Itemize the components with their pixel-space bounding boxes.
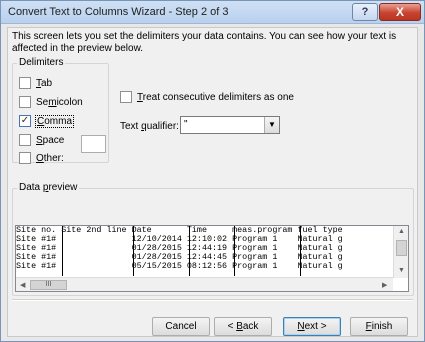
separator: [12, 299, 413, 301]
scroll-right-icon[interactable]: ▶: [382, 281, 387, 289]
column-break-line[interactable]: [234, 226, 236, 276]
text-qualifier-select[interactable]: " ▼: [180, 116, 280, 134]
consecutive-checkbox[interactable]: [120, 91, 132, 103]
horizontal-scroll-thumb[interactable]: III: [30, 280, 67, 290]
back-button[interactable]: < Back: [214, 317, 272, 336]
horizontal-scrollbar[interactable]: ◀ III ▶: [16, 277, 393, 291]
text-qualifier-value: ": [184, 119, 188, 130]
tab-option[interactable]: Tab: [19, 76, 52, 90]
other-label: Other:: [36, 152, 64, 164]
chevron-down-icon[interactable]: ▼: [264, 117, 279, 133]
scroll-left-icon[interactable]: ◀: [20, 281, 25, 289]
space-option[interactable]: Space: [19, 133, 64, 147]
column-break-line[interactable]: [299, 226, 301, 276]
column-break-line[interactable]: [133, 226, 135, 276]
cancel-button[interactable]: Cancel: [152, 317, 210, 336]
next-button[interactable]: Next >: [283, 317, 341, 336]
finish-button[interactable]: Finish: [350, 317, 408, 336]
column-break-line[interactable]: [62, 226, 64, 276]
help-button[interactable]: ?: [352, 3, 378, 21]
semicolon-checkbox[interactable]: [19, 96, 31, 108]
consecutive-option[interactable]: Treat consecutive delimiters as one: [120, 91, 294, 103]
scroll-up-icon[interactable]: ▲: [398, 228, 405, 235]
column-break-line[interactable]: [188, 226, 190, 276]
tab-checkbox[interactable]: [19, 77, 31, 89]
title-bar[interactable]: Convert Text to Columns Wizard - Step 2 …: [1, 1, 424, 24]
other-delimiter-input[interactable]: [81, 135, 106, 153]
close-button[interactable]: X: [379, 3, 421, 21]
comma-checkbox[interactable]: ✓: [19, 115, 31, 127]
semicolon-label: Semicolon: [36, 96, 83, 108]
preview-row: Site #1# 05/15/2015 08:12:56 Program 1 N…: [16, 261, 348, 271]
preview-table: Site no. Site 2nd line Date Time meas.pr…: [16, 226, 348, 276]
delimiters-group-label: Delimiters: [17, 57, 66, 68]
instructions-text: This screen lets you set the delimiters …: [12, 31, 397, 54]
wizard-dialog: Convert Text to Columns Wizard - Step 2 …: [0, 0, 425, 342]
text-qualifier-label: Text qualifier:: [120, 121, 179, 132]
data-preview-label: Data preview: [17, 182, 80, 193]
dialog-body: This screen lets you set the delimiters …: [7, 27, 418, 337]
scroll-down-icon[interactable]: ▼: [398, 267, 405, 274]
other-option[interactable]: Other:: [19, 151, 64, 165]
semicolon-option[interactable]: Semicolon: [19, 95, 83, 109]
dialog-title: Convert Text to Columns Wizard - Step 2 …: [8, 6, 229, 18]
consecutive-label: Treat consecutive delimiters as one: [137, 91, 294, 103]
tab-label: Tab: [36, 77, 53, 89]
comma-label: Comma: [34, 114, 75, 128]
vertical-scrollbar[interactable]: ▲ ▼: [393, 226, 408, 278]
vertical-scroll-thumb[interactable]: [396, 240, 407, 256]
comma-option[interactable]: ✓ Comma: [19, 114, 75, 128]
space-checkbox[interactable]: [19, 134, 31, 146]
other-checkbox[interactable]: [19, 152, 31, 164]
data-preview-grid[interactable]: Site no. Site 2nd line Date Time meas.pr…: [15, 225, 409, 292]
space-label: Space: [36, 134, 65, 146]
